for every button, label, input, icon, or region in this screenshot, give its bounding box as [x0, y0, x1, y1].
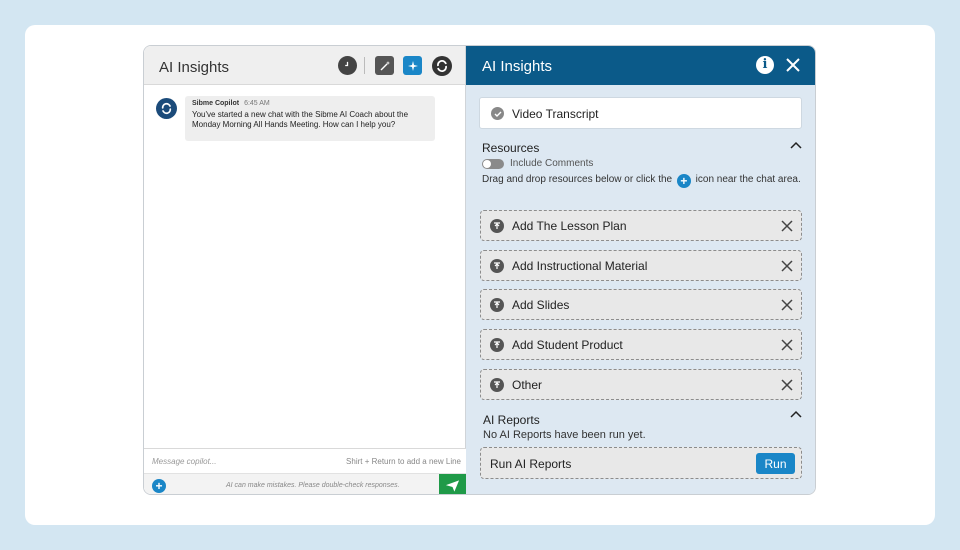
- send-button[interactable]: [439, 474, 466, 494]
- add-resource-plus-icon[interactable]: +: [152, 479, 166, 493]
- include-comments-toggle[interactable]: [482, 159, 504, 169]
- resource-item-other[interactable]: Other: [480, 369, 802, 400]
- ai-reports-title: AI Reports: [483, 413, 540, 427]
- upload-icon: [490, 338, 504, 352]
- plus-icon: +: [676, 174, 691, 188]
- remove-x-icon[interactable]: [781, 260, 793, 272]
- composer-toolbar: + AI can make mistakes. Please double-ch…: [144, 473, 466, 494]
- run-button[interactable]: Run: [756, 453, 795, 474]
- remove-x-icon[interactable]: [781, 299, 793, 311]
- check-icon: [491, 107, 504, 120]
- history-clock-icon[interactable]: [338, 56, 357, 75]
- upload-icon: [490, 219, 504, 233]
- message-sender: Sibme Copilot: [192, 100, 240, 107]
- resource-label: Add Slides: [512, 298, 570, 312]
- upload-icon: [490, 378, 504, 392]
- remove-x-icon[interactable]: [781, 220, 793, 232]
- send-icon: [445, 480, 460, 492]
- transcript-label: Video Transcript: [512, 107, 599, 121]
- upload-icon: [490, 259, 504, 273]
- resource-label: Add Student Product: [512, 338, 623, 352]
- app-window: AI Insights Sibme Copilot 6:45 AM You've …: [143, 45, 816, 495]
- resource-label: Other: [512, 378, 543, 392]
- ai-disclaimer: AI can make mistakes. Please double-chec…: [226, 482, 400, 489]
- header-divider: [364, 57, 365, 74]
- close-panel-icon[interactable]: [784, 56, 802, 74]
- resource-item-slides[interactable]: Add Slides: [480, 289, 802, 320]
- reports-collapse-chevron-icon[interactable]: [790, 410, 802, 418]
- magic-wand-icon[interactable]: [375, 56, 394, 75]
- resources-title: Resources: [482, 141, 540, 155]
- resource-label: Add The Lesson Plan: [512, 219, 627, 233]
- chat-header: AI Insights: [144, 46, 465, 85]
- resource-item-lesson-plan[interactable]: Add The Lesson Plan: [480, 210, 802, 241]
- resources-instructions: Drag and drop resources below or click t…: [482, 174, 804, 188]
- copilot-avatar: [156, 98, 177, 119]
- instructions-after: icon near the chat area.: [695, 174, 801, 185]
- message-composer: Shirt + Return to add a new Line + AI ca…: [144, 448, 466, 494]
- remove-x-icon[interactable]: [781, 379, 793, 391]
- upload-icon: [490, 298, 504, 312]
- run-ai-reports-label: Run AI Reports: [490, 457, 572, 471]
- chat-panel: AI Insights Sibme Copilot 6:45 AM You've …: [144, 46, 466, 494]
- include-comments-label: Include Comments: [510, 158, 594, 169]
- reports-empty-text: No AI Reports have been run yet.: [483, 429, 646, 441]
- instructions-before: Drag and drop resources below or click t…: [482, 174, 673, 185]
- composer-hint: Shirt + Return to add a new Line: [346, 457, 461, 466]
- resources-collapse-chevron-icon[interactable]: [790, 141, 802, 149]
- message-text: You've started a new chat with the Sibme…: [192, 110, 409, 129]
- sibme-logo-icon[interactable]: [432, 56, 452, 76]
- remove-x-icon[interactable]: [781, 339, 793, 351]
- insights-panel: AI Insights i Video Transcript Resources…: [466, 46, 815, 494]
- resource-label: Add Instructional Material: [512, 259, 648, 273]
- insights-header: AI Insights i: [466, 46, 815, 85]
- video-transcript-item[interactable]: Video Transcript: [479, 97, 802, 129]
- message-meta: Sibme Copilot 6:45 AM: [192, 100, 428, 107]
- insights-title: AI Insights: [482, 58, 553, 75]
- chat-message: Sibme Copilot 6:45 AM You've started a ne…: [185, 96, 435, 141]
- resource-item-instructional-material[interactable]: Add Instructional Material: [480, 250, 802, 281]
- resource-item-student-product[interactable]: Add Student Product: [480, 329, 802, 360]
- sparkle-icon[interactable]: [403, 56, 422, 75]
- info-icon[interactable]: i: [756, 56, 774, 74]
- run-ai-reports-box: Run AI Reports Run: [480, 447, 802, 479]
- chat-title: AI Insights: [159, 59, 230, 76]
- message-time: 6:45 AM: [244, 100, 270, 107]
